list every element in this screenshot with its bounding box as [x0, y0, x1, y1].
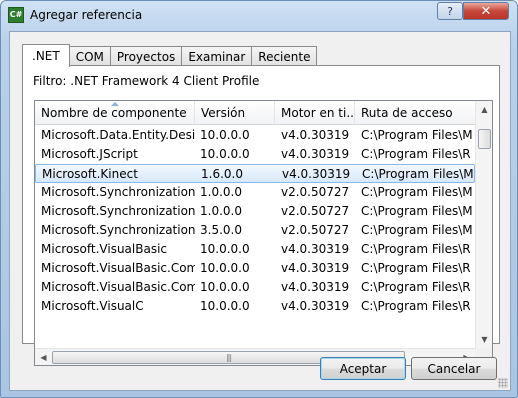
list-row[interactable]: Microsoft.VisualC 10.0.0.0 v4.0.30319 C:… — [35, 297, 475, 316]
scroll-down-arrow-icon[interactable]: ▼ — [476, 331, 492, 348]
cell-version: 10.0.0.0 — [200, 242, 250, 256]
list-header: Nombre de componente Versión Motor en ti… — [35, 101, 475, 125]
list-row[interactable]: Microsoft.VisualBasic.Com... 10.0.0.0 v4… — [35, 278, 475, 297]
column-header-runtime[interactable]: Motor en ti... — [275, 101, 355, 125]
column-header-component-name[interactable]: Nombre de componente — [35, 101, 195, 125]
tab-projects[interactable]: Proyectos — [109, 46, 183, 66]
cell-version: 10.0.0.0 — [200, 299, 250, 313]
cell-path: C:\Program Files\M — [361, 204, 473, 218]
column-header-label: Versión — [201, 106, 246, 120]
cell-version: 1.6.0.0 — [201, 167, 243, 181]
vertical-scroll-thumb[interactable] — [478, 129, 491, 149]
cell-name: Microsoft.VisualBasic — [41, 242, 168, 256]
add-reference-dialog: C# Agregar referencia ? ✕ .NET COM Proye… — [0, 0, 518, 398]
csharp-app-icon: C# — [8, 7, 24, 23]
cell-path: C:\Program Files\M — [362, 167, 474, 181]
horizontal-scrollbar[interactable]: ◀ ||| ▶ — [35, 348, 475, 365]
column-header-label: Motor en ti... — [281, 106, 355, 120]
cell-name: Microsoft.VisualBasic.Com... — [41, 280, 195, 294]
resize-grip-icon[interactable] — [498, 378, 508, 388]
dotnet-tab-panel: Filtro: .NET Framework 4 Client Profile … — [22, 65, 500, 366]
column-header-version[interactable]: Versión — [195, 101, 275, 125]
cell-name: Microsoft.Data.Entity.Desi... — [41, 128, 195, 142]
dialog-client-area: .NET COM Proyectos Examinar Reciente Fil… — [9, 31, 511, 391]
cell-name: Microsoft.Kinect — [42, 167, 138, 181]
cell-version: 10.0.0.0 — [200, 261, 250, 275]
cell-path: C:\Program Files\M — [361, 185, 473, 199]
cell-version: 1.0.0.0 — [200, 185, 242, 199]
cell-path: C:\Program Files\R — [361, 280, 471, 294]
list-row[interactable]: Microsoft.Synchronization.... 1.0.0.0 v2… — [35, 202, 475, 221]
cell-path: C:\Program Files\R — [361, 299, 471, 313]
cell-version: 3.5.0.0 — [200, 223, 242, 237]
cell-path: C:\Program Files\R — [361, 147, 471, 161]
list-row[interactable]: Microsoft.VisualBasic.Com... 10.0.0.0 v4… — [35, 259, 475, 278]
cell-runtime: v4.0.30319 — [281, 261, 350, 275]
list-row[interactable]: Microsoft.Synchronization.... 3.5.0.0 v2… — [35, 221, 475, 240]
list-row[interactable]: Microsoft.Data.Entity.Desi... 10.0.0.0 v… — [35, 126, 475, 145]
cell-path: C:\Program Files\R — [361, 261, 471, 275]
cell-path: C:\Program Files\R — [361, 242, 471, 256]
cell-name: Microsoft.VisualC — [41, 299, 144, 313]
cell-runtime: v4.0.30319 — [281, 299, 350, 313]
column-header-label: Nombre de componente — [41, 106, 187, 120]
cell-runtime: v4.0.30319 — [281, 128, 350, 142]
sort-ascending-icon — [111, 102, 119, 106]
cell-runtime: v2.0.50727 — [281, 204, 350, 218]
list-row-selected[interactable]: Microsoft.Kinect 1.6.0.0 v4.0.30319 C:\P… — [35, 164, 475, 183]
cell-name: Microsoft.Synchronization.... — [41, 223, 195, 237]
scroll-up-arrow-icon[interactable]: ▲ — [476, 101, 492, 118]
cell-version: 1.0.0.0 — [200, 204, 242, 218]
list-rows: Microsoft.Data.Entity.Desi... 10.0.0.0 v… — [35, 126, 475, 316]
cell-name: Microsoft.JScript — [41, 147, 138, 161]
column-header-path[interactable]: Ruta de acceso — [355, 101, 475, 125]
cell-runtime: v4.0.30319 — [281, 147, 350, 161]
component-list[interactable]: Nombre de componente Versión Motor en ti… — [34, 100, 493, 366]
cell-version: 10.0.0.0 — [200, 128, 250, 142]
cancel-button[interactable]: Cancelar — [411, 357, 497, 380]
vertical-scrollbar[interactable]: ▲ ▼ — [475, 101, 492, 348]
cell-runtime: v2.0.50727 — [281, 185, 350, 199]
close-button[interactable]: ✕ — [463, 2, 509, 20]
column-header-label: Ruta de acceso — [361, 106, 453, 120]
cell-runtime: v4.0.30319 — [281, 280, 350, 294]
list-row[interactable]: Microsoft.JScript 10.0.0.0 v4.0.30319 C:… — [35, 145, 475, 164]
tab-browse[interactable]: Examinar — [181, 46, 253, 66]
cell-runtime: v2.0.50727 — [281, 223, 350, 237]
tab-dotnet[interactable]: .NET — [22, 44, 70, 67]
cell-runtime: v4.0.30319 — [281, 242, 350, 256]
cell-name: Microsoft.VisualBasic.Com... — [41, 261, 195, 275]
cell-path: C:\Program Files\M — [361, 128, 473, 142]
tab-strip: .NET COM Proyectos Examinar Reciente — [22, 44, 318, 67]
cell-name: Microsoft.Synchronization.... — [41, 204, 195, 218]
ok-button[interactable]: Aceptar — [320, 357, 406, 380]
filter-label: Filtro: .NET Framework 4 Client Profile — [33, 74, 260, 88]
cell-version: 10.0.0.0 — [200, 280, 250, 294]
cell-path: C:\Program Files\M — [361, 223, 473, 237]
cell-version: 10.0.0.0 — [200, 147, 250, 161]
list-row[interactable]: Microsoft.VisualBasic 10.0.0.0 v4.0.3031… — [35, 240, 475, 259]
scroll-left-arrow-icon[interactable]: ◀ — [35, 349, 52, 365]
tab-recent[interactable]: Reciente — [251, 46, 318, 66]
list-row[interactable]: Microsoft.Synchronization.... 1.0.0.0 v2… — [35, 183, 475, 202]
window-title: Agregar referencia — [30, 8, 143, 22]
title-bar[interactable]: C# Agregar referencia ? ✕ — [1, 1, 517, 31]
help-button[interactable]: ? — [437, 2, 463, 20]
cell-runtime: v4.0.30319 — [282, 167, 351, 181]
tab-com[interactable]: COM — [68, 46, 111, 66]
cell-name: Microsoft.Synchronization.... — [41, 185, 195, 199]
